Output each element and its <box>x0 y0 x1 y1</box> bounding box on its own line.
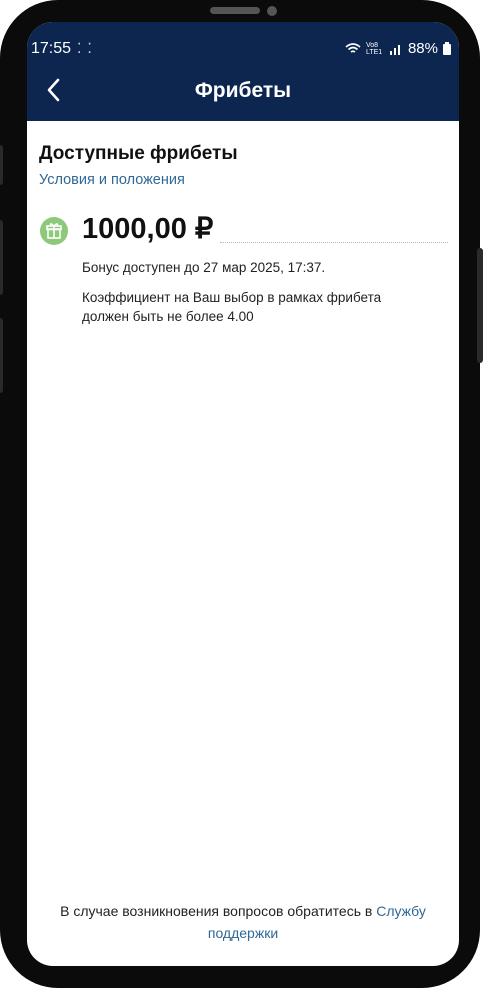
wifi-icon <box>345 42 361 53</box>
status-time: 17:55 <box>31 40 72 57</box>
page-title: Фрибеты <box>194 79 292 102</box>
signal-icon <box>389 44 400 55</box>
screen: 17:55 ⁚ ⁚ Vo8 LTE1 88% Фрибеты Доступные… <box>27 22 459 966</box>
network-type-label: Vo8 LTE1 <box>365 41 383 56</box>
side-button-left <box>0 318 3 393</box>
terms-link[interactable]: Условия и положения <box>39 172 185 188</box>
side-button-left <box>0 145 3 185</box>
freebet-expiry: Бонус доступен до 27 мар 2025, 17:37. <box>82 260 326 275</box>
phone-frame: 17:55 ⁚ ⁚ Vo8 LTE1 88% Фрибеты Доступные… <box>0 0 483 988</box>
support-text: В случае возникновения вопросов обратите… <box>60 903 373 919</box>
battery-percent: 88% <box>407 40 438 57</box>
gift-icon <box>40 217 68 245</box>
section-heading: Доступные фрибеты <box>39 143 238 164</box>
freebet-condition: Коэффициент на Ваш выбор в рамках фрибет… <box>82 290 382 324</box>
side-button-right <box>477 248 483 363</box>
support-footer: В случае возникновения вопросов обратите… <box>27 900 459 944</box>
battery-icon <box>443 42 451 55</box>
dotted-divider <box>220 242 448 243</box>
status-icons: Vo8 LTE1 88% <box>345 40 451 57</box>
app-header: Фрибеты <box>27 77 459 121</box>
screen-record-icon: ⁚ ⁚ <box>77 40 93 56</box>
freebet-amount: 1000,00 ₽ <box>82 213 214 245</box>
side-button-left <box>0 220 3 295</box>
camera-icon <box>267 6 277 16</box>
main-content: Доступные фрибеты Условия и положения 10… <box>27 121 459 966</box>
speaker-grille <box>210 7 260 14</box>
status-bar: 17:55 ⁚ ⁚ Vo8 LTE1 88% <box>27 22 459 77</box>
